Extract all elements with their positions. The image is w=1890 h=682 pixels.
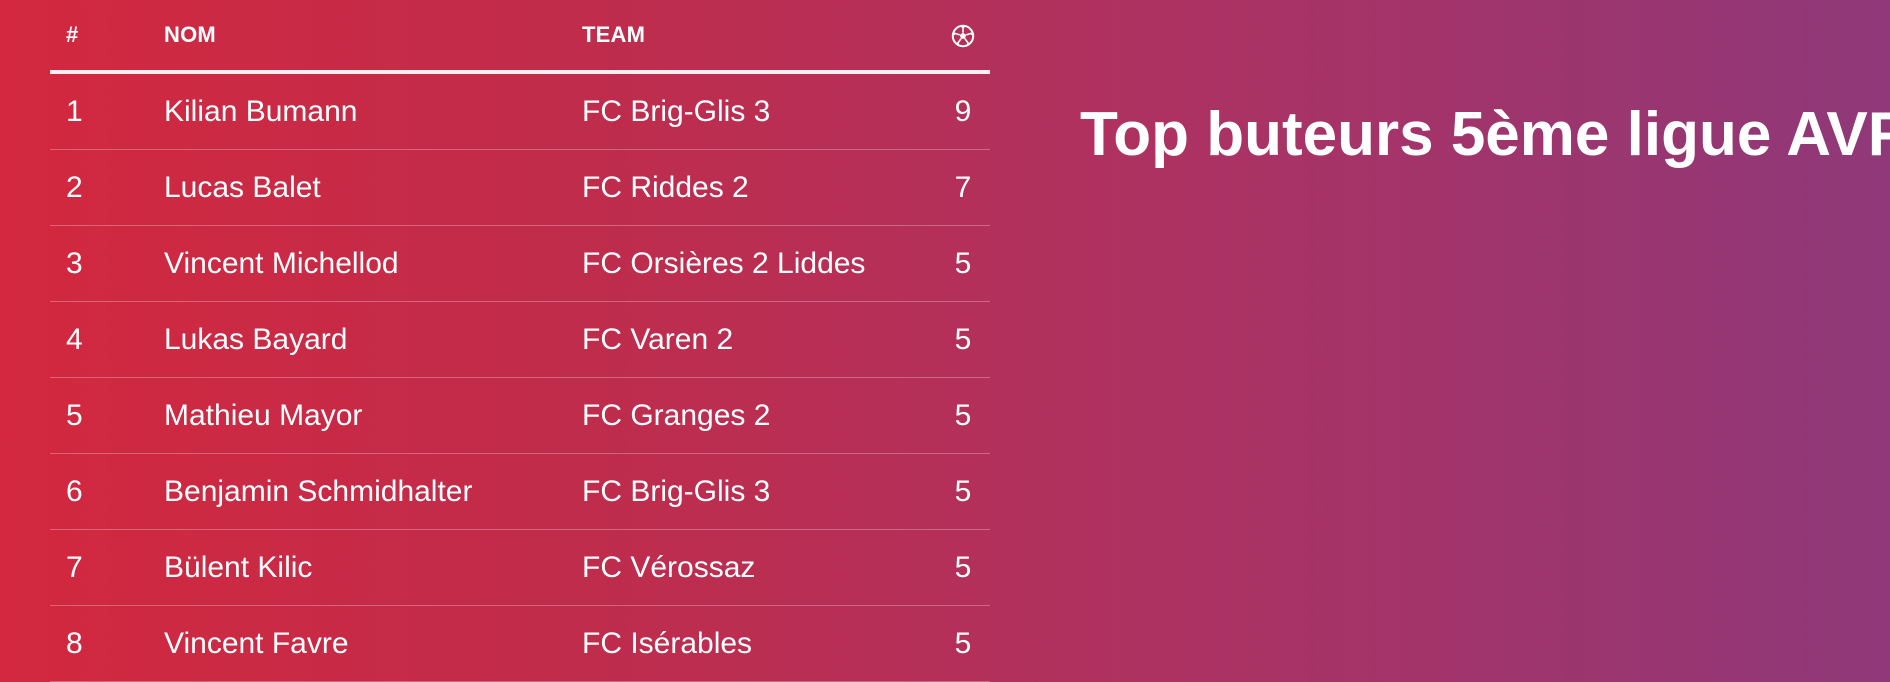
- name-column-header: NOM: [148, 0, 566, 74]
- player-name-cell: Benjamin Schmidhalter: [148, 453, 566, 530]
- team-cell: FC Varen 2: [566, 301, 936, 378]
- table-header: # NOM TEAM: [50, 0, 990, 74]
- rank-cell: 6: [50, 453, 148, 530]
- player-name-cell: Mathieu Mayor: [148, 377, 566, 454]
- team-cell: FC Granges 2: [566, 377, 936, 454]
- player-name-cell: Vincent Michellod: [148, 225, 566, 302]
- rank-column-header: #: [50, 0, 148, 74]
- team-column-header: TEAM: [566, 0, 936, 74]
- player-name-cell: Vincent Favre: [148, 605, 566, 682]
- table-row: 7 Bülent Kilic FC Vérossaz 5: [50, 529, 990, 606]
- team-cell: FC Isérables: [566, 605, 936, 682]
- table-row: 3 Vincent Michellod FC Orsières 2 Liddes…: [50, 225, 990, 302]
- table-row: 8 Vincent Favre FC Isérables 5: [50, 605, 990, 682]
- rank-cell: 2: [50, 149, 148, 226]
- player-name-cell: Lucas Balet: [148, 149, 566, 226]
- page-title: Top buteurs 5ème ligue AVF: [1080, 100, 1890, 169]
- goals-cell: 5: [936, 453, 990, 530]
- team-cell: FC Vérossaz: [566, 529, 936, 606]
- team-cell: FC Brig-Glis 3: [566, 72, 936, 150]
- goals-cell: 5: [936, 225, 990, 302]
- goals-cell: 5: [936, 301, 990, 378]
- table-row: 5 Mathieu Mayor FC Granges 2 5: [50, 377, 990, 454]
- rank-cell: 5: [50, 377, 148, 454]
- team-cell: FC Riddes 2: [566, 149, 936, 226]
- table-row: 1 Kilian Bumann FC Brig-Glis 3 9: [50, 72, 990, 150]
- player-name-cell: Lukas Bayard: [148, 301, 566, 378]
- rank-cell: 7: [50, 529, 148, 606]
- player-name-cell: Bülent Kilic: [148, 529, 566, 606]
- table-header-row: # NOM TEAM: [50, 0, 990, 74]
- table-row: 6 Benjamin Schmidhalter FC Brig-Glis 3 5: [50, 453, 990, 530]
- goals-cell: 7: [936, 149, 990, 226]
- rank-cell: 3: [50, 225, 148, 302]
- team-cell: FC Brig-Glis 3: [566, 453, 936, 530]
- rank-cell: 4: [50, 301, 148, 378]
- goals-cell: 9: [936, 72, 990, 150]
- table-body: 1 Kilian Bumann FC Brig-Glis 3 9 2 Lucas…: [50, 72, 990, 682]
- team-cell: FC Orsières 2 Liddes: [566, 225, 936, 302]
- soccer-ball-icon: [951, 24, 975, 48]
- table-row: 2 Lucas Balet FC Riddes 2 7: [50, 149, 990, 226]
- goals-cell: 5: [936, 605, 990, 682]
- goals-column-header: [936, 0, 990, 74]
- player-name-cell: Kilian Bumann: [148, 72, 566, 150]
- top-scorers-table: # NOM TEAM 1 Kilian Bumann FC Brig-Glis …: [50, 0, 990, 682]
- rank-cell: 1: [50, 72, 148, 150]
- rank-cell: 8: [50, 605, 148, 682]
- goals-cell: 5: [936, 377, 990, 454]
- table-row: 4 Lukas Bayard FC Varen 2 5: [50, 301, 990, 378]
- goals-cell: 5: [936, 529, 990, 606]
